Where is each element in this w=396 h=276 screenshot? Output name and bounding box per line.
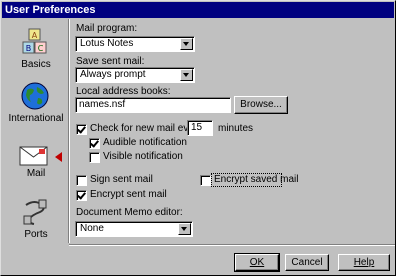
check-new-mail-checkbox[interactable]: [76, 124, 87, 135]
sidebar-item-international[interactable]: International: [5, 81, 67, 127]
save-sent-mail-select[interactable]: Always prompt: [75, 67, 195, 83]
ok-button[interactable]: OK: [234, 253, 280, 272]
title-bar: User Preferences: [2, 2, 394, 18]
ok-button-label: OK: [249, 257, 265, 268]
mail-program-value: Lotus Notes: [80, 38, 134, 49]
help-button[interactable]: Help: [338, 254, 390, 271]
chevron-down-icon[interactable]: [178, 223, 191, 235]
mail-program-select[interactable]: Lotus Notes: [75, 36, 195, 52]
window-title: User Preferences: [5, 4, 96, 16]
save-sent-mail-label: Save sent mail:: [76, 56, 145, 67]
globe-icon: [21, 82, 49, 110]
sign-sent-mail-label: Sign sent mail: [90, 174, 153, 185]
abc-blocks-icon: A B C: [22, 28, 47, 54]
sidebar: A B C Basics International Mail Ports: [5, 21, 67, 243]
chevron-down-icon[interactable]: [180, 69, 193, 81]
check-interval-field[interactable]: 15: [187, 120, 213, 136]
memo-editor-select[interactable]: None: [75, 221, 193, 237]
sign-sent-mail-checkbox[interactable]: [76, 175, 87, 186]
visible-notification-label: Visible notification: [103, 151, 183, 162]
svg-text:C: C: [38, 44, 44, 53]
sidebar-item-label: Ports: [24, 229, 48, 240]
encrypt-sent-mail-checkbox[interactable]: [76, 190, 87, 201]
cancel-button[interactable]: Cancel: [285, 254, 329, 271]
sidebar-item-ports[interactable]: Ports: [5, 197, 67, 243]
user-preferences-dialog: User Preferences A B C Basics Internatio…: [0, 0, 396, 276]
sidebar-divider: [68, 19, 70, 243]
minutes-label: minutes: [218, 123, 254, 134]
plug-icon: [23, 199, 47, 225]
selected-pointer-icon: [55, 152, 62, 162]
memo-editor-label: Document Memo editor:: [76, 207, 183, 218]
sidebar-item-label: Mail: [26, 168, 46, 179]
address-books-field[interactable]: names.nsf: [75, 97, 231, 113]
svg-text:A: A: [32, 31, 38, 40]
sidebar-item-mail[interactable]: Mail: [5, 143, 67, 189]
encrypt-saved-mail-label: Encrypt saved mail: [214, 174, 299, 185]
chevron-down-icon[interactable]: [180, 38, 193, 50]
encrypt-saved-mail-checkbox[interactable]: [200, 175, 211, 186]
audible-notification-checkbox[interactable]: [89, 138, 100, 149]
help-button-label: Help: [353, 257, 375, 268]
memo-editor-value: None: [80, 223, 104, 234]
footer-divider: [69, 244, 395, 246]
envelope-icon: [19, 146, 48, 166]
sidebar-item-label: Basics: [21, 59, 51, 70]
audible-notification-label: Audible notification: [103, 137, 187, 148]
mail-program-label: Mail program:: [76, 23, 138, 34]
sidebar-item-basics[interactable]: A B C Basics: [5, 27, 67, 73]
visible-notification-checkbox[interactable]: [89, 152, 100, 163]
check-new-mail-label: Check for new mail every: [90, 123, 203, 134]
save-sent-mail-value: Always prompt: [80, 69, 146, 80]
svg-text:B: B: [26, 44, 32, 53]
browse-button[interactable]: Browse...: [234, 96, 288, 114]
sidebar-item-label: International: [8, 113, 64, 124]
address-books-label: Local address books:: [76, 86, 171, 97]
encrypt-sent-mail-label: Encrypt sent mail: [90, 189, 167, 200]
